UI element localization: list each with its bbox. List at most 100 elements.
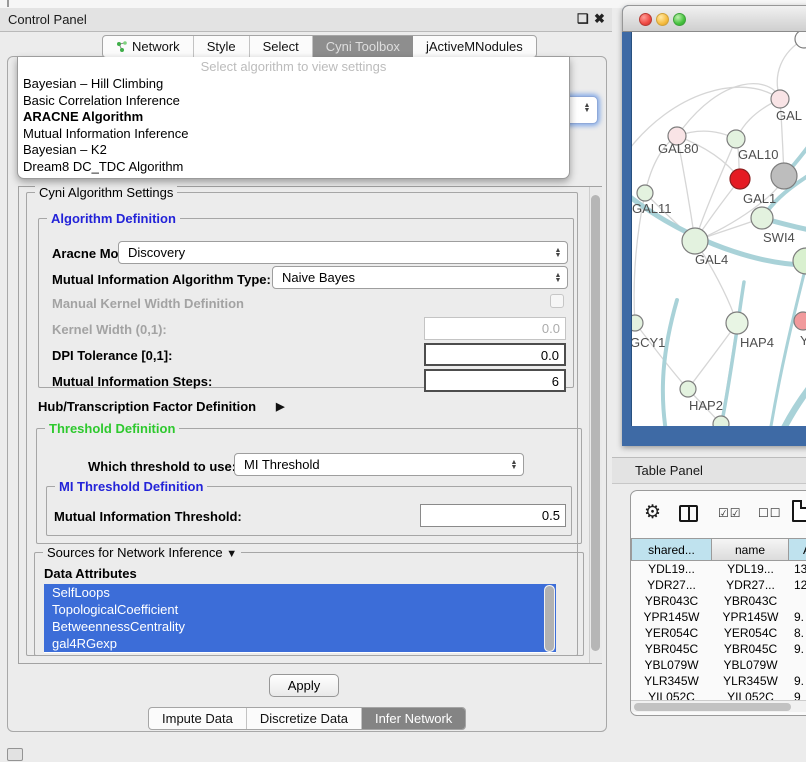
list-item-selected[interactable]: gal4RGexp	[44, 635, 556, 652]
table-panel-title: Table Panel	[635, 463, 703, 478]
node-label: SWI4	[763, 230, 795, 245]
expanded-arrow-icon[interactable]: ▼	[226, 548, 237, 560]
deselect-all-icon[interactable]: ☐☐	[758, 506, 782, 520]
sources-legend[interactable]: Sources for Network Inference ▼	[43, 545, 241, 560]
node-label: GAL80	[658, 141, 698, 156]
dpi-tolerance-input[interactable]: 0.0	[424, 343, 566, 366]
zoom-button[interactable]	[673, 13, 686, 26]
column-header-partial[interactable]: A	[789, 538, 806, 561]
network-node-selected-red[interactable]	[730, 169, 750, 189]
column-header-shared-name[interactable]: shared...	[631, 538, 712, 561]
mi-threshold-label: Mutual Information Threshold:	[54, 509, 242, 524]
table-row[interactable]: YDR27... YDR27... 12	[631, 577, 806, 593]
list-scrollbar-track[interactable]	[544, 585, 555, 652]
tab-label: Network	[132, 39, 180, 54]
node-label: HAP2	[689, 398, 723, 413]
control-panel-tabbar: Network Style Select Cyni Toolbox jActiv…	[102, 35, 537, 58]
network-node-gal11[interactable]	[637, 185, 653, 201]
table-row[interactable]: YDL19... YDL19... 13	[631, 561, 806, 577]
minimize-button[interactable]	[656, 13, 669, 26]
network-node-swi4[interactable]	[793, 248, 806, 274]
tab-cyni-toolbox[interactable]: Cyni Toolbox	[313, 36, 413, 57]
split-columns-icon[interactable]	[679, 505, 698, 522]
mi-type-combobox[interactable]: Naive Bayes ▲▼	[272, 266, 568, 289]
tab-network[interactable]: Network	[103, 36, 194, 57]
network-node-gray[interactable]	[771, 163, 797, 189]
dropdown-placeholder: Select algorithm to view settings	[18, 57, 569, 76]
network-node-gal4[interactable]	[682, 228, 708, 254]
dropdown-item[interactable]: Bayesian – K2	[18, 142, 569, 159]
control-panel-titlebar: Control Panel ❏ ✖	[0, 8, 612, 32]
table-rows: YDL19... YDL19... 13 YDR27... YDR27... 1…	[631, 561, 806, 705]
apply-button[interactable]: Apply	[269, 674, 339, 697]
float-panel-icon[interactable]: ❏	[577, 11, 589, 27]
network-node-salmon[interactable]	[794, 312, 806, 330]
mi-steps-label: Mutual Information Steps:	[52, 374, 212, 389]
manual-kernel-label: Manual Kernel Width Definition	[52, 296, 244, 311]
select-all-icon[interactable]: ☑☑	[718, 506, 742, 520]
settings-scrollbar-thumb[interactable]	[591, 195, 600, 651]
table-row[interactable]: YBR043C YBR043C	[631, 593, 806, 609]
hub-section-label[interactable]: Hub/Transcription Factor Definition	[38, 399, 256, 414]
data-attributes-list: SelfLoops TopologicalCoefficient Between…	[44, 584, 556, 653]
which-threshold-combobox[interactable]: MI Threshold ▲▼	[234, 453, 524, 476]
table-row[interactable]: YBR045C YBR045C 9.	[631, 641, 806, 657]
mi-steps-input[interactable]: 6	[424, 369, 566, 392]
combo-stepper-icon: ▲▼	[551, 273, 567, 283]
tab-style[interactable]: Style	[194, 36, 250, 57]
dropdown-item[interactable]: Bayesian – Hill Climbing	[18, 76, 569, 93]
panel-corner-widget[interactable]	[7, 748, 23, 761]
list-item-selected[interactable]: SelfLoops	[44, 584, 556, 601]
network-node-gal10[interactable]	[727, 130, 745, 148]
dropdown-item-selected[interactable]: ARACNE Algorithm	[18, 109, 569, 126]
tab-jactivemnodules[interactable]: jActiveMNodules	[413, 36, 536, 57]
export-table-icon[interactable]	[792, 500, 806, 522]
table-row[interactable]: YBL079W YBL079W	[631, 657, 806, 673]
combo-stepper-icon: ▲▼	[507, 460, 523, 470]
tab-select[interactable]: Select	[250, 36, 313, 57]
node-label: GAL	[776, 108, 802, 123]
tab-label: Cyni Toolbox	[326, 39, 400, 54]
table-panel-titlebar: Table Panel	[612, 457, 806, 484]
gear-icon[interactable]: ⚙	[644, 503, 661, 523]
screen: Control Panel ❏ ✖ Network Style Select C…	[0, 0, 806, 762]
list-item-selected[interactable]: TopologicalCoefficient	[44, 601, 556, 618]
table-row[interactable]: YLR345W YLR345W 9.	[631, 673, 806, 689]
kernel-width-input[interactable]: 0.0	[424, 317, 566, 340]
network-window-titlebar[interactable]	[622, 5, 806, 32]
data-attributes-label: Data Attributes	[44, 566, 137, 581]
close-panel-icon[interactable]: ✖	[594, 11, 605, 27]
column-header-name[interactable]: name	[712, 538, 789, 561]
network-view-window: GAL GAL80 GAL10 GAL1 GAL11 SWI4 GAL4 GCY…	[622, 5, 806, 446]
close-button[interactable]	[639, 13, 652, 26]
network-node[interactable]	[713, 416, 729, 426]
aracne-mode-combobox[interactable]: Discovery ▲▼	[118, 241, 568, 264]
network-node-hap4[interactable]	[726, 312, 748, 334]
table-hscrollbar-track[interactable]	[631, 700, 806, 712]
dropdown-item[interactable]: Basic Correlation Inference	[18, 93, 569, 110]
table-panel-body: ⚙ ☑☑ ☐☐ shared... name A YDL19... YDL19.…	[630, 490, 806, 716]
list-item-selected[interactable]: BetweennessCentrality	[44, 618, 556, 635]
cyni-settings-legend: Cyni Algorithm Settings	[35, 185, 177, 200]
table-row[interactable]: YPR145W YPR145W 9.	[631, 609, 806, 625]
dropdown-item[interactable]: Mutual Information Inference	[18, 126, 569, 143]
network-node-hap2[interactable]	[680, 381, 696, 397]
table-hscrollbar-thumb[interactable]	[634, 703, 791, 711]
tab-label: Infer Network	[375, 711, 452, 726]
mi-threshold-definition-legend: MI Threshold Definition	[55, 479, 207, 494]
list-scrollbar-thumb[interactable]	[545, 586, 554, 651]
which-threshold-label: Which threshold to use:	[88, 459, 236, 474]
network-node[interactable]	[795, 32, 806, 48]
tab-discretize-data[interactable]: Discretize Data	[247, 708, 362, 729]
network-node-gcy1[interactable]	[632, 315, 643, 331]
network-node[interactable]	[771, 90, 789, 108]
tab-infer-network[interactable]: Infer Network	[362, 708, 465, 729]
tab-impute-data[interactable]: Impute Data	[149, 708, 247, 729]
dropdown-item[interactable]: Dream8 DC_TDC Algorithm	[18, 159, 569, 176]
manual-kernel-checkbox[interactable]	[550, 294, 564, 308]
collapsed-arrow-icon[interactable]: ▶	[276, 400, 284, 413]
table-row[interactable]: YER054C YER054C 8.	[631, 625, 806, 641]
network-canvas[interactable]: GAL GAL80 GAL10 GAL1 GAL11 SWI4 GAL4 GCY…	[631, 32, 806, 426]
network-node-gal1[interactable]	[751, 207, 773, 229]
mi-threshold-input[interactable]: 0.5	[420, 504, 566, 527]
